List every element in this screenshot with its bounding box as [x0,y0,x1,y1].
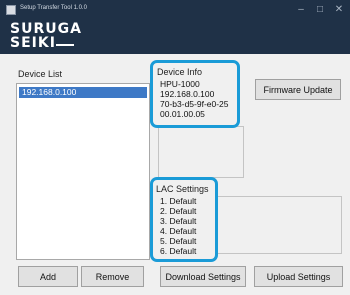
lac-setting-2: 2. Default [160,206,197,216]
device-info-values: HPU-1000 192.168.0.100 70-b3-d5-9f-e0-25… [160,79,240,119]
device-list-item[interactable]: 192.168.0.100 [19,87,147,98]
logo-text-seiki: SEIKI [10,35,56,51]
lac-setting-5: 5. Default [160,236,197,246]
firmware-update-button[interactable]: Firmware Update [255,79,341,100]
lac-settings-panel-right [216,196,342,254]
remove-button[interactable]: Remove [81,266,144,287]
download-settings-button[interactable]: Download Settings [160,266,246,287]
device-ip-address: 192.168.0.100 [160,89,215,99]
window-title: Setup Transfer Tool 1.0.0 [20,5,87,11]
device-list-label: Device List [18,69,63,79]
device-list[interactable]: 192.168.0.100 [16,83,150,260]
lac-setting-3: 3. Default [160,216,197,226]
app-icon [6,5,16,15]
device-firmware-version: 00.01.00.05 [160,109,205,119]
device-model: HPU-1000 [160,79,200,89]
logo-underline [56,44,74,46]
device-info-panel-lower [158,126,244,178]
lac-setting-4: 4. Default [160,226,197,236]
device-info-label: Device Info [157,67,203,77]
add-button[interactable]: Add [18,266,78,287]
lac-settings-list: 1. Default 2. Default 3. Default 4. Defa… [160,196,214,256]
lac-setting-1: 1. Default [160,196,197,206]
device-mac-address: 70-b3-d5-9f-e0-25 [160,99,229,109]
logo-text-suruga: SURUGA [10,21,82,37]
close-button[interactable]: ✕ [332,3,346,17]
upload-settings-button[interactable]: Upload Settings [254,266,343,287]
maximize-button[interactable]: □ [313,3,327,17]
lac-setting-6: 6. Default [160,246,197,256]
minimize-button[interactable]: – [294,3,308,17]
lac-settings-label: LAC Settings [156,184,209,194]
